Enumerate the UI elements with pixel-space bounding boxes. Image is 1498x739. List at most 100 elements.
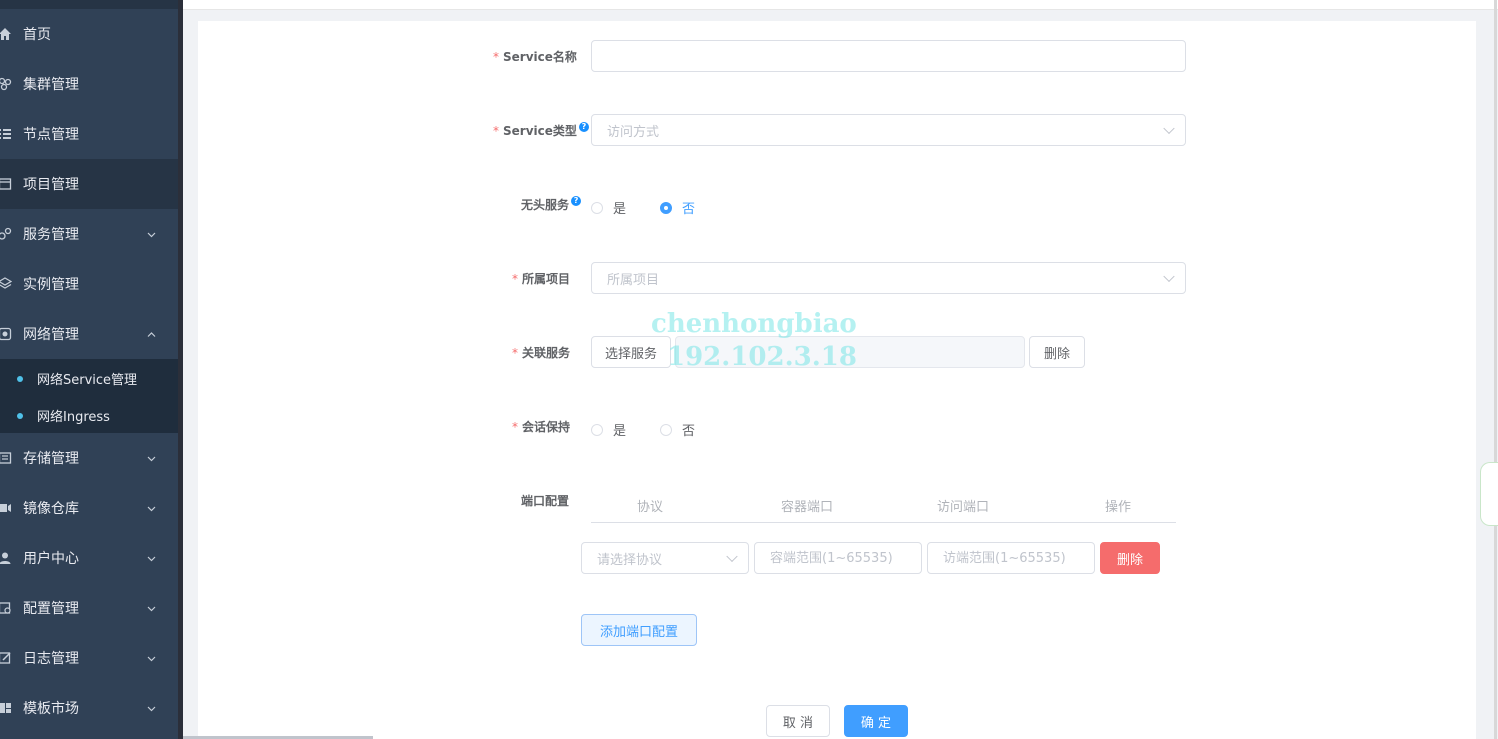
service-icon (0, 226, 13, 242)
chevron-down-icon (147, 556, 156, 561)
column-protocol: 协议 (637, 500, 664, 515)
sidebar: 首页 集群管理 节点管理 项目管理 服务管理 实例管理 网络管理 网络Servi… (0, 0, 178, 739)
node-list-icon (0, 126, 13, 142)
radio-label: 是 (613, 424, 627, 439)
radio-label: 否 (682, 202, 696, 217)
table-header-divider (591, 522, 1176, 523)
project-placeholder: 所属项目 (607, 272, 660, 288)
bullet-dot-icon (17, 375, 23, 382)
sidebar-item-label: 首页 (23, 27, 51, 43)
project-select[interactable]: 所属项目 (591, 262, 1186, 294)
sidebar-item-storage[interactable]: 存储管理 (0, 433, 178, 483)
headless-radio-no[interactable]: 否 (660, 198, 695, 217)
session-affinity-label: * 会话保持 (512, 420, 571, 434)
sidebar-item-project[interactable]: 项目管理 (0, 159, 178, 209)
chevron-up-icon (147, 331, 156, 337)
question-icon[interactable]: ? (571, 196, 582, 206)
sidebar-item-label: 项目管理 (23, 177, 79, 193)
scrollbar[interactable] (1494, 0, 1497, 739)
sidebar-top-bar (0, 0, 178, 9)
confirm-button[interactable]: 确 定 (844, 705, 908, 737)
access-port-input[interactable] (927, 542, 1095, 574)
radio-circle-icon (591, 201, 603, 214)
radio-label: 是 (613, 202, 627, 217)
service-type-select[interactable]: 访问方式 (591, 114, 1186, 146)
chevron-down-icon (1163, 270, 1175, 283)
chevron-down-icon (147, 606, 156, 611)
sidebar-item-home[interactable]: 首页 (0, 9, 178, 59)
project-label: * 所属项目 (512, 272, 571, 286)
chevron-down-icon (147, 706, 156, 711)
cancel-button[interactable]: 取 消 (766, 705, 830, 737)
radio-circle-icon (591, 423, 603, 436)
watermark-line-2: 192.102.3.18 (667, 342, 857, 372)
sidebar-item-config[interactable]: 配置管理 (0, 583, 178, 633)
protocol-placeholder: 请选择协议 (597, 552, 663, 568)
bullet-dot-icon (17, 412, 23, 419)
sidebar-item-user-center[interactable]: 用户中心 (0, 533, 178, 583)
sidebar-item-cluster[interactable]: 集群管理 (0, 59, 178, 109)
protocol-select[interactable]: 请选择协议 (581, 542, 749, 574)
sidebar-item-label: 集群管理 (23, 77, 79, 93)
sidebar-item-label: 模板市场 (23, 701, 79, 717)
sidebar-item-label: 日志管理 (23, 651, 79, 667)
radio-circle-icon (660, 423, 672, 436)
network-icon (0, 326, 13, 342)
select-service-button[interactable]: 选择服务 (591, 336, 671, 368)
floating-side-tab[interactable] (1480, 462, 1498, 526)
top-header (183, 0, 1498, 10)
chevron-down-icon (147, 506, 156, 511)
related-service-label: * 关联服务 (512, 346, 571, 360)
sidebar-item-label: 网络管理 (23, 327, 79, 343)
column-access-port: 访问端口 (937, 500, 990, 515)
sidebar-item-label: 存储管理 (23, 451, 79, 467)
chevron-down-icon (1163, 122, 1175, 135)
sidebar-item-network[interactable]: 网络管理 (0, 309, 178, 359)
home-icon (0, 26, 13, 42)
port-row-delete-button[interactable]: 删除 (1100, 542, 1160, 574)
headless-radio-yes[interactable]: 是 (591, 198, 626, 217)
radio-label: 否 (682, 424, 696, 439)
watermark-line-1: chenhongbiao (651, 309, 857, 339)
sidebar-item-label: 实例管理 (23, 277, 79, 293)
config-icon (0, 600, 13, 616)
headless-label: 无头服务? (521, 196, 582, 213)
sidebar-subitem-network-service[interactable]: 网络Service管理 (0, 360, 178, 397)
service-type-label: * Service类型? (493, 122, 589, 139)
sidebar-item-label: 服务管理 (23, 227, 79, 243)
service-type-placeholder: 访问方式 (607, 124, 660, 140)
storage-icon (0, 450, 13, 466)
sidebar-subitem-label: 网络Service管理 (37, 373, 138, 388)
related-service-delete-button[interactable]: 删除 (1029, 336, 1085, 368)
sidebar-border (178, 0, 183, 739)
project-icon (0, 176, 13, 192)
sidebar-item-node[interactable]: 节点管理 (0, 109, 178, 159)
chevron-down-icon (726, 550, 738, 563)
container-port-input[interactable] (754, 542, 922, 574)
chevron-down-icon (147, 232, 156, 237)
chevron-down-icon (147, 656, 156, 661)
sidebar-item-log[interactable]: 日志管理 (0, 633, 178, 683)
sidebar-item-service[interactable]: 服务管理 (0, 209, 178, 259)
sidebar-subitem-network-ingress[interactable]: 网络Ingress (0, 397, 178, 434)
add-port-config-button[interactable]: 添加端口配置 (581, 614, 697, 646)
sidebar-item-template[interactable]: 模板市场 (0, 683, 178, 733)
sidebar-item-label: 节点管理 (23, 127, 79, 143)
chevron-down-icon (147, 456, 156, 461)
log-icon (0, 650, 13, 666)
service-name-input[interactable] (591, 40, 1186, 72)
port-config-label: 端口配置 (521, 494, 570, 508)
layers-icon (0, 276, 13, 292)
question-icon[interactable]: ? (578, 122, 589, 132)
column-container-port: 容器端口 (781, 500, 834, 515)
sidebar-item-label: 用户中心 (23, 551, 79, 567)
cluster-icon (0, 76, 13, 92)
sidebar-item-instance[interactable]: 实例管理 (0, 259, 178, 309)
session-radio-yes[interactable]: 是 (591, 420, 626, 439)
template-icon (0, 700, 13, 716)
sidebar-item-label: 镜像仓库 (23, 501, 79, 517)
sidebar-item-image-repo[interactable]: 镜像仓库 (0, 483, 178, 533)
session-radio-no[interactable]: 否 (660, 420, 695, 439)
sidebar-subitem-label: 网络Ingress (37, 410, 110, 425)
sidebar-item-label: 配置管理 (23, 601, 79, 617)
